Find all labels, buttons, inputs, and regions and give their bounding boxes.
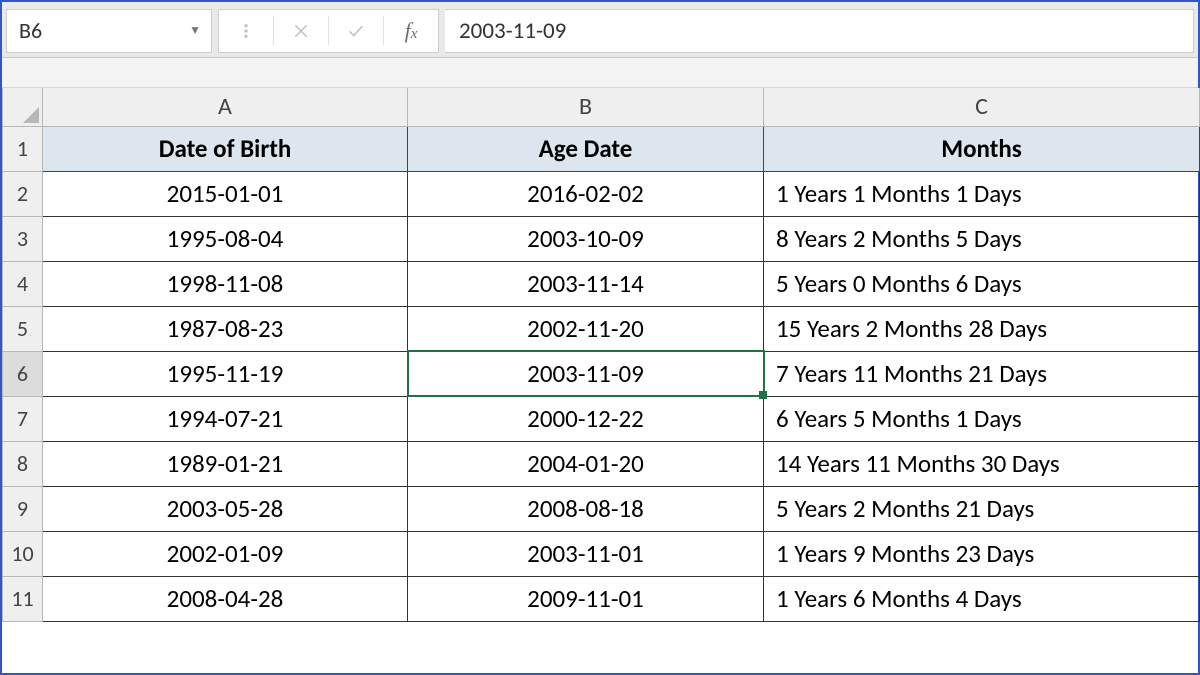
cell-B1[interactable]: Age Date: [408, 126, 764, 171]
name-box-value: B6: [19, 17, 42, 44]
cell-A6[interactable]: 1995-11-19: [43, 351, 408, 396]
row-header[interactable]: 5: [3, 306, 43, 351]
cancel-icon[interactable]: [274, 10, 328, 52]
cell-A10[interactable]: 2002-01-09: [43, 531, 408, 576]
cell-B5[interactable]: 2002-11-20: [408, 306, 764, 351]
cell-C1[interactable]: Months: [764, 126, 1200, 171]
cell-A11[interactable]: 2008-04-28: [43, 576, 408, 621]
formula-input[interactable]: 2003-11-09: [445, 9, 1194, 53]
cell-A4[interactable]: 1998-11-08: [43, 261, 408, 306]
sheet-strip: [2, 58, 1198, 88]
cell-B10[interactable]: 2003-11-01: [408, 531, 764, 576]
cell-B8[interactable]: 2004-01-20: [408, 441, 764, 486]
col-header-A[interactable]: A: [43, 88, 408, 126]
name-box[interactable]: B6 ▼: [6, 9, 212, 53]
cell-B6[interactable]: 2003-11-09: [408, 351, 764, 396]
cell-C8[interactable]: 14 Years 11 Months 30 Days: [764, 441, 1200, 486]
cell-C11[interactable]: 1 Years 6 Months 4 Days: [764, 576, 1200, 621]
cell-A3[interactable]: 1995-08-04: [43, 216, 408, 261]
cell-B4[interactable]: 2003-11-14: [408, 261, 764, 306]
row-header[interactable]: 11: [3, 576, 43, 621]
cell-A8[interactable]: 1989-01-21: [43, 441, 408, 486]
row-header[interactable]: 1: [3, 126, 43, 171]
row-header[interactable]: 9: [3, 486, 43, 531]
col-header-B[interactable]: B: [408, 88, 764, 126]
cell-B7[interactable]: 2000-12-22: [408, 396, 764, 441]
col-header-C[interactable]: C: [764, 88, 1200, 126]
cell-B2[interactable]: 2016-02-02: [408, 171, 764, 216]
cell-C6[interactable]: 7 Years 11 Months 21 Days: [764, 351, 1200, 396]
cell-C2[interactable]: 1 Years 1 Months 1 Days: [764, 171, 1200, 216]
row-header[interactable]: 3: [3, 216, 43, 261]
cell-A1[interactable]: Date of Birth: [43, 126, 408, 171]
cell-A9[interactable]: 2003-05-28: [43, 486, 408, 531]
enter-check-icon[interactable]: [329, 10, 383, 52]
insert-function-button[interactable]: fx: [384, 10, 438, 52]
chevron-down-icon[interactable]: ▼: [189, 23, 201, 38]
cell-B9[interactable]: 2008-08-18: [408, 486, 764, 531]
cell-C5[interactable]: 15 Years 2 Months 28 Days: [764, 306, 1200, 351]
row-header[interactable]: 2: [3, 171, 43, 216]
cell-C10[interactable]: 1 Years 9 Months 23 Days: [764, 531, 1200, 576]
cell-A2[interactable]: 2015-01-01: [43, 171, 408, 216]
row-header[interactable]: 8: [3, 441, 43, 486]
row-header[interactable]: 10: [3, 531, 43, 576]
row-header[interactable]: 4: [3, 261, 43, 306]
spreadsheet-grid[interactable]: A B C 1 Date of Birth Age Date Months 2 …: [2, 88, 1200, 622]
cell-B11[interactable]: 2009-11-01: [408, 576, 764, 621]
cell-B3[interactable]: 2003-10-09: [408, 216, 764, 261]
select-all-corner[interactable]: [3, 88, 43, 126]
row-header[interactable]: 7: [3, 396, 43, 441]
cell-A5[interactable]: 1987-08-23: [43, 306, 408, 351]
cell-C9[interactable]: 5 Years 2 Months 21 Days: [764, 486, 1200, 531]
row-header[interactable]: 6: [3, 351, 43, 396]
cell-A7[interactable]: 1994-07-21: [43, 396, 408, 441]
ellipsis-icon[interactable]: [219, 10, 273, 52]
cell-C4[interactable]: 5 Years 0 Months 6 Days: [764, 261, 1200, 306]
cell-C3[interactable]: 8 Years 2 Months 5 Days: [764, 216, 1200, 261]
formula-bar-buttons: fx: [218, 9, 439, 53]
cell-C7[interactable]: 6 Years 5 Months 1 Days: [764, 396, 1200, 441]
formula-input-value: 2003-11-09: [459, 17, 566, 45]
formula-bar: B6 ▼ fx 2003-11-09: [2, 2, 1198, 58]
